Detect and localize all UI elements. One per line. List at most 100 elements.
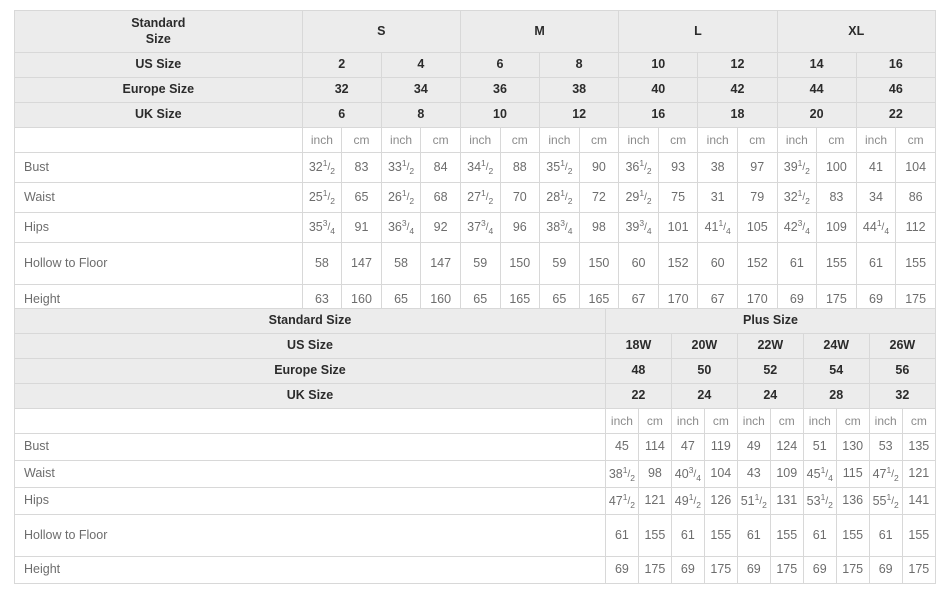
size-group-m: M: [459, 10, 620, 53]
us-size-value: 18W: [604, 333, 672, 359]
unit-inch-header: inch: [776, 127, 818, 153]
measurement-value: 59: [459, 242, 501, 285]
uk-size-value: 6: [301, 102, 382, 128]
measurement-value: 112: [895, 212, 936, 243]
measurement-value: 261/2: [380, 182, 422, 213]
unit-inch-header: inch: [670, 408, 705, 434]
unit-inch-header: inch: [868, 408, 903, 434]
us-size-value: 4: [380, 52, 461, 78]
size-chart-page: Standard Size S M L XL US Size 2 4 6 8 10 12 14 16 Euro…: [0, 0, 952, 599]
measurement-value: 391/2: [776, 152, 818, 183]
size-group-s: S: [301, 10, 461, 53]
uk-size-value: 24: [670, 383, 738, 409]
us-size-value: 20W: [670, 333, 738, 359]
europe-size-value: 32: [301, 77, 382, 103]
measurement-value: 59: [539, 242, 580, 285]
measurement-value: 34: [855, 182, 897, 213]
measurement-value: 69: [736, 556, 771, 584]
uk-size-value: 16: [618, 102, 699, 128]
measurement-value: 61: [776, 242, 818, 285]
unit-cm-header: cm: [703, 408, 738, 434]
europe-size-label: Europe Size: [14, 77, 303, 103]
size-group-plus-size: Plus Size: [604, 308, 937, 334]
unit-cm-header: cm: [769, 408, 804, 434]
measurement-value: 331/2: [380, 152, 422, 183]
measurement-value: 155: [769, 514, 804, 557]
measurement-value: 175: [769, 556, 804, 584]
size-group-xl: XL: [776, 10, 937, 53]
measurement-row: Waist 381/2 98 403/4 104 43 109 451/4 115 471/2 12…: [14, 460, 937, 488]
us-size-value: 12: [697, 52, 778, 78]
measurement-label-bust: Bust: [14, 433, 606, 461]
measurement-value: 91: [341, 212, 382, 243]
measurement-value: 175: [703, 556, 738, 584]
measurement-value: 96: [499, 212, 541, 243]
uk-size-value: 20: [776, 102, 857, 128]
europe-size-label: Europe Size: [14, 358, 606, 384]
measurement-value: 61: [802, 514, 837, 557]
us-size-value: 2: [301, 52, 382, 78]
measurement-value: 126: [703, 487, 738, 515]
measurement-value: 361/2: [618, 152, 659, 183]
measurement-row: Hips 471/2 121 491/2 126 511/2 131 531/2 136 551/…: [14, 487, 937, 515]
unit-header-row: inch cm inch cm inch cm inch cm inch cm inch cm inch…: [14, 127, 936, 153]
measurement-value: 251/2: [301, 182, 343, 213]
unit-cm-header: cm: [637, 408, 672, 434]
measurement-value: 61: [670, 514, 705, 557]
europe-size-value: 40: [618, 77, 699, 103]
measurement-value: 83: [816, 182, 857, 213]
measurement-value: 75: [657, 182, 699, 213]
measurement-value: 104: [703, 460, 738, 488]
measurement-value: 291/2: [618, 182, 659, 213]
measurement-value: 531/2: [802, 487, 837, 515]
us-size-value: 26W: [868, 333, 937, 359]
measurement-value: 152: [657, 242, 699, 285]
unit-cm-header: cm: [499, 127, 541, 153]
europe-size-row: Europe Size 48 50 52 54 56: [14, 358, 937, 384]
measurement-value: 124: [769, 433, 804, 461]
measurement-value: 115: [835, 460, 870, 488]
plus-size-table: Standard Size Plus Size US Size 18W 20W 22W 24…: [14, 308, 937, 584]
us-size-value: 16: [855, 52, 937, 78]
measurement-label-hollow-to-floor: Hollow to Floor: [14, 242, 303, 285]
measurement-value: 53: [868, 433, 903, 461]
standard-size-header-row: Standard Size Plus Size: [14, 308, 937, 334]
uk-size-value: 28: [802, 383, 870, 409]
measurement-value: 121: [637, 487, 672, 515]
measurement-label-hollow-to-floor: Hollow to Floor: [14, 514, 606, 557]
unit-cm-header: cm: [835, 408, 870, 434]
measurement-value: 471/2: [868, 460, 903, 488]
uk-size-value: 8: [380, 102, 461, 128]
us-size-label: US Size: [14, 52, 303, 78]
measurement-value: 72: [578, 182, 620, 213]
measurement-label-waist: Waist: [14, 182, 303, 213]
measurement-value: 47: [670, 433, 705, 461]
unit-cm-header: cm: [657, 127, 699, 153]
us-size-row: US Size 18W 20W 22W 24W 26W: [14, 333, 937, 359]
unit-cm-header: cm: [816, 127, 857, 153]
measurement-row: Height 69 175 69 175 69 175 69 175 69 175: [14, 556, 937, 584]
measurement-value: 121: [901, 460, 937, 488]
measurement-value: 69: [802, 556, 837, 584]
measurement-label-waist: Waist: [14, 460, 606, 488]
measurement-value: 83: [341, 152, 382, 183]
unit-cm-header: cm: [736, 127, 778, 153]
unit-inch-header: inch: [604, 408, 639, 434]
measurement-value: 423/4: [776, 212, 818, 243]
measurement-value: 109: [816, 212, 857, 243]
measurement-value: 119: [703, 433, 738, 461]
us-size-value: 8: [539, 52, 620, 78]
measurement-value: 31: [697, 182, 738, 213]
measurement-value: 49: [736, 433, 771, 461]
measurement-label-bust: Bust: [14, 152, 303, 183]
measurement-value: 41: [855, 152, 897, 183]
measurement-value: 101: [657, 212, 699, 243]
unit-inch-header: inch: [301, 127, 343, 153]
measurement-value: 61: [604, 514, 639, 557]
measurement-value: 79: [736, 182, 778, 213]
measurement-value: 98: [637, 460, 672, 488]
measurement-value: 383/4: [539, 212, 580, 243]
measurement-value: 43: [736, 460, 771, 488]
plus-size-table-body: Standard Size Plus Size US Size 18W 20W 22W 24…: [14, 308, 937, 584]
uk-size-value: 22: [604, 383, 672, 409]
